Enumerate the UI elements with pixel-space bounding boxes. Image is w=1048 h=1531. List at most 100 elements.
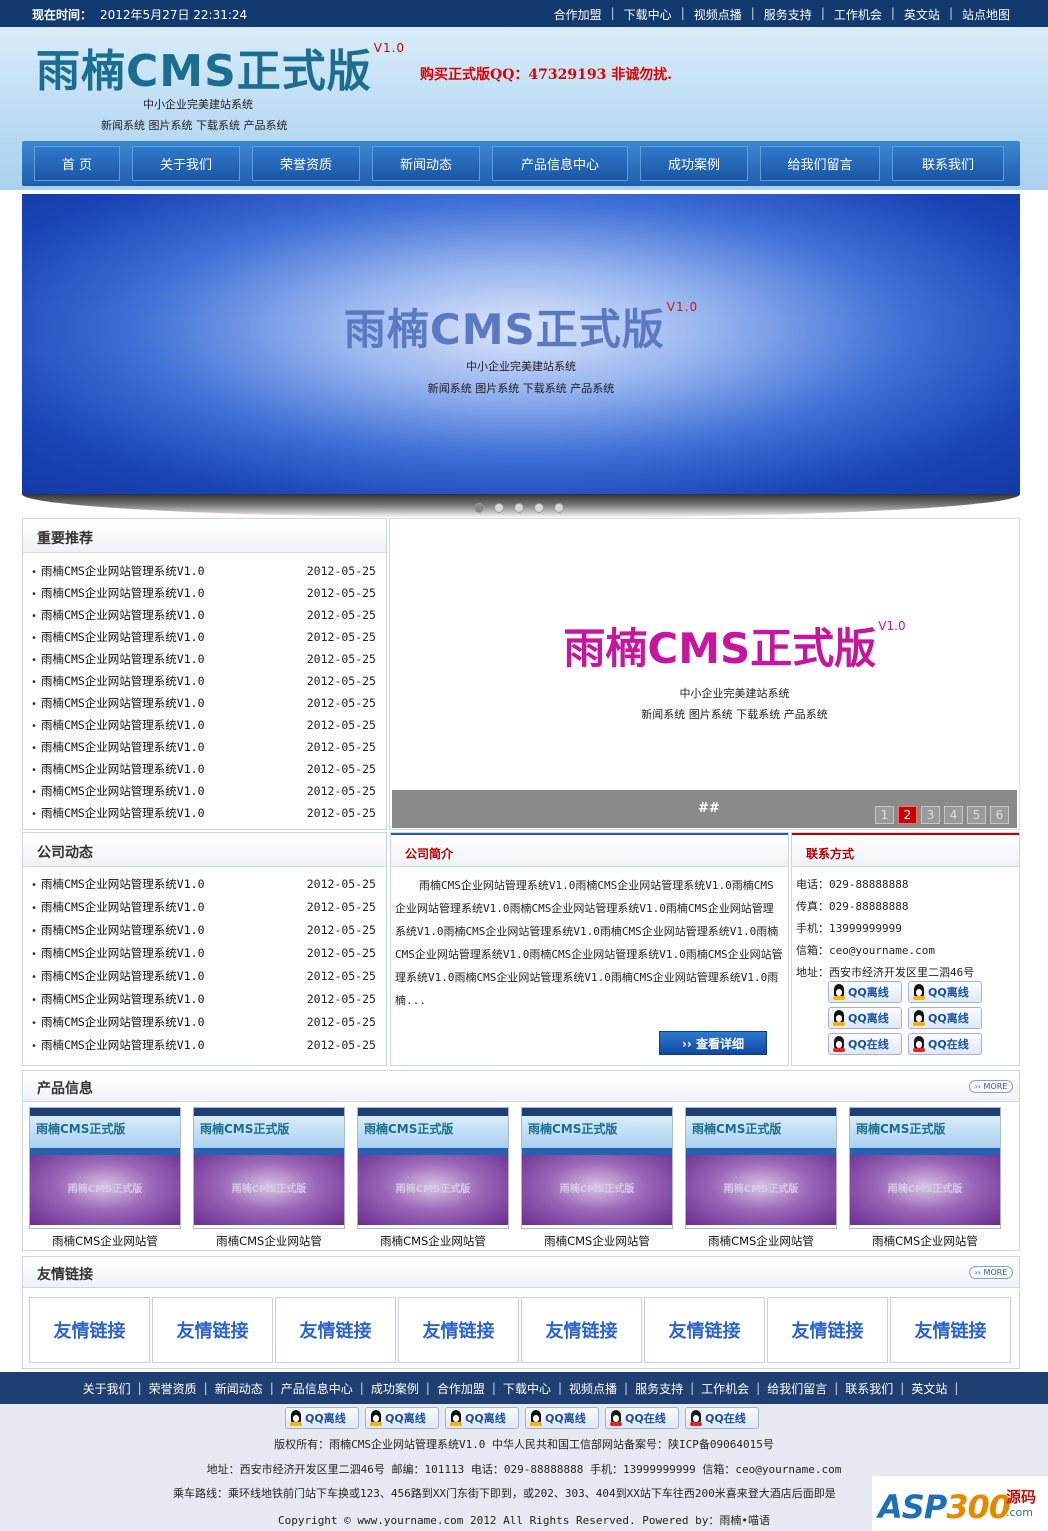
nav-guestbook[interactable]: 给我们留言 xyxy=(760,146,880,181)
footer-nav-link[interactable]: 关于我们 xyxy=(83,1380,131,1397)
friend-link[interactable]: 友情链接 xyxy=(29,1297,150,1363)
friend-link[interactable]: 友情链接 xyxy=(152,1297,273,1363)
product-thumbnail[interactable]: 雨楠CMS正式版 雨楠CMS正式版 xyxy=(521,1107,673,1229)
footer-nav-link[interactable]: 荣誉资质 xyxy=(149,1380,197,1397)
qq-button[interactable]: QQ离线 xyxy=(908,981,982,1003)
slide-page-button[interactable]: 1 xyxy=(875,806,894,824)
list-item-title[interactable]: 雨楠CMS企业网站管理系统V1.0 xyxy=(31,607,204,623)
list-item-title[interactable]: 雨楠CMS企业网站管理系统V1.0 xyxy=(31,945,204,961)
list-item-title[interactable]: 雨楠CMS企业网站管理系统V1.0 xyxy=(31,563,204,579)
top-link-support[interactable]: 服务支持 xyxy=(764,6,812,23)
list-item-title[interactable]: 雨楠CMS企业网站管理系统V1.0 xyxy=(31,673,204,689)
list-item-title[interactable]: 雨楠CMS企业网站管理系统V1.0 xyxy=(31,783,204,799)
list-item-title[interactable]: 雨楠CMS企业网站管理系统V1.0 xyxy=(31,1037,204,1053)
footer-nav-link[interactable]: 联系我们 xyxy=(845,1380,893,1397)
qq-button[interactable]: QQ在线 xyxy=(605,1407,679,1429)
list-item[interactable]: 雨楠CMS企业网站管理系统V1.0 2012-05-25 xyxy=(31,780,378,802)
list-item[interactable]: 雨楠CMS企业网站管理系统V1.0 2012-05-25 xyxy=(31,758,378,780)
friend-link[interactable]: 友情链接 xyxy=(890,1297,1011,1363)
slideshow[interactable]: 雨楠CMS正式版 V1.0 中小企业完美建站系统 新闻系统 图片系统 下载系统 产… xyxy=(389,518,1020,830)
list-item[interactable]: 雨楠CMS企业网站管理系统V1.0 2012-05-25 xyxy=(31,626,378,648)
list-item-title[interactable]: 雨楠CMS企业网站管理系统V1.0 xyxy=(31,739,204,755)
list-item[interactable]: 雨楠CMS企业网站管理系统V1.0 2012-05-25 xyxy=(31,648,378,670)
qq-button[interactable]: QQ离线 xyxy=(445,1407,519,1429)
banner-dot[interactable] xyxy=(514,503,524,513)
list-item[interactable]: 雨楠CMS企业网站管理系统V1.0 2012-05-25 xyxy=(31,692,378,714)
qq-button[interactable]: QQ离线 xyxy=(365,1407,439,1429)
qq-button[interactable]: QQ离线 xyxy=(525,1407,599,1429)
qq-button[interactable]: QQ在线 xyxy=(908,1033,982,1055)
list-item[interactable]: 雨楠CMS企业网站管理系统V1.0 2012-05-25 xyxy=(31,582,378,604)
nav-home[interactable]: 首 页 xyxy=(34,146,120,181)
list-item[interactable]: 雨楠CMS企业网站管理系统V1.0 2012-05-25 xyxy=(31,1033,378,1056)
product-card[interactable]: 雨楠CMS正式版 雨楠CMS正式版雨楠CMS企业网站管 xyxy=(849,1107,1001,1249)
list-item-title[interactable]: 雨楠CMS企业网站管理系统V1.0 xyxy=(31,876,204,892)
slide-page-button[interactable]: 4 xyxy=(944,806,963,824)
list-item[interactable]: 雨楠CMS企业网站管理系统V1.0 2012-05-25 xyxy=(31,987,378,1010)
qq-button[interactable]: QQ在线 xyxy=(685,1407,759,1429)
banner-dot[interactable] xyxy=(554,503,564,513)
product-thumbnail[interactable]: 雨楠CMS正式版 雨楠CMS正式版 xyxy=(849,1107,1001,1229)
footer-nav-link[interactable]: 服务支持 xyxy=(635,1380,683,1397)
footer-nav-link[interactable]: 视频点播 xyxy=(569,1380,617,1397)
nav-contact[interactable]: 联系我们 xyxy=(892,146,1004,181)
qq-button[interactable]: QQ离线 xyxy=(828,1007,902,1029)
footer-nav-link[interactable]: 下载中心 xyxy=(503,1380,551,1397)
links-more-button[interactable]: ›› MORE xyxy=(969,1266,1013,1279)
product-thumbnail[interactable]: 雨楠CMS正式版 雨楠CMS正式版 xyxy=(29,1107,181,1229)
footer-nav-link[interactable]: 工作机会 xyxy=(701,1380,749,1397)
product-card[interactable]: 雨楠CMS正式版 雨楠CMS正式版 雨楠CMS企业网站管 xyxy=(357,1107,509,1249)
list-item-title[interactable]: 雨楠CMS企业网站管理系统V1.0 xyxy=(31,899,204,915)
list-item[interactable]: 雨楠CMS企业网站管理系统V1.0 2012-05-25 xyxy=(31,895,378,918)
nav-cases[interactable]: 成功案例 xyxy=(640,146,748,181)
list-item[interactable]: 雨楠CMS企业网站管理系统V1.0 2012-05-25 xyxy=(31,714,378,736)
list-item[interactable]: 雨楠CMS企业网站管理系统V1.0 2012-05-25 xyxy=(31,560,378,582)
top-link-video[interactable]: 视频点播 xyxy=(694,6,742,23)
footer-nav-link[interactable]: 产品信息中心 xyxy=(281,1380,353,1397)
products-more-button[interactable]: ›› MORE xyxy=(969,1080,1013,1093)
product-name[interactable]: 雨楠CMS企业网站管 xyxy=(357,1233,509,1249)
banner-dot[interactable] xyxy=(474,503,484,513)
footer-nav-link[interactable]: 新闻动态 xyxy=(215,1380,263,1397)
nav-news[interactable]: 新闻动态 xyxy=(372,146,480,181)
list-item-title[interactable]: 雨楠CMS企业网站管理系统V1.0 xyxy=(31,991,204,1007)
product-card[interactable]: 雨楠CMS正式版 雨楠CMS正式版 雨楠CMS企业网站管 xyxy=(29,1107,181,1249)
friend-link[interactable]: 友情链接 xyxy=(644,1297,765,1363)
product-card[interactable]: 雨楠CMS正式版 雨楠CMS正式版雨楠CMS企业网站管 xyxy=(521,1107,673,1249)
list-item[interactable]: 雨楠CMS企业网站管理系统V1.0 2012-05-25 xyxy=(31,736,378,758)
top-link-jobs[interactable]: 工作机会 xyxy=(834,6,882,23)
top-link-english[interactable]: 英文站 xyxy=(904,6,940,23)
nav-products[interactable]: 产品信息中心 xyxy=(492,146,628,181)
list-item[interactable]: 雨楠CMS企业网站管理系统V1.0 2012-05-25 xyxy=(31,802,378,824)
nav-honors[interactable]: 荣誉资质 xyxy=(252,146,360,181)
product-thumbnail[interactable]: 雨楠CMS正式版 雨楠CMS正式版 xyxy=(685,1107,837,1229)
hero-banner[interactable]: 雨楠CMS正式版 V1.0 中小企业完美建站系统 新闻系统 图片系统 下载系统 产… xyxy=(22,194,1020,494)
qq-button[interactable]: QQ离线 xyxy=(285,1407,359,1429)
product-name[interactable]: 雨楠CMS企业网站管 xyxy=(849,1233,1001,1249)
footer-nav-link[interactable]: 成功案例 xyxy=(371,1380,419,1397)
product-card[interactable]: 雨楠CMS正式版 雨楠CMS正式版 雨楠CMS企业网站管 xyxy=(685,1107,837,1249)
top-link-sitemap[interactable]: 站点地图 xyxy=(962,6,1010,23)
friend-link[interactable]: 友情链接 xyxy=(275,1297,396,1363)
list-item-title[interactable]: 雨楠CMS企业网站管理系统V1.0 xyxy=(31,717,204,733)
list-item-title[interactable]: 雨楠CMS企业网站管理系统V1.0 xyxy=(31,585,204,601)
slide-page-button[interactable]: 2 xyxy=(898,806,917,824)
footer-nav-link[interactable]: 英文站 xyxy=(911,1380,947,1397)
list-item-title[interactable]: 雨楠CMS企业网站管理系统V1.0 xyxy=(31,629,204,645)
banner-dot[interactable] xyxy=(494,503,504,513)
product-name[interactable]: 雨楠CMS企业网站管 xyxy=(193,1233,345,1249)
product-name[interactable]: 雨楠CMS企业网站管 xyxy=(521,1233,673,1249)
friend-link[interactable]: 友情链接 xyxy=(767,1297,888,1363)
list-item[interactable]: 雨楠CMS企业网站管理系统V1.0 2012-05-25 xyxy=(31,941,378,964)
list-item[interactable]: 雨楠CMS企业网站管理系统V1.0 2012-05-25 xyxy=(31,670,378,692)
top-link-download[interactable]: 下载中心 xyxy=(624,6,672,23)
footer-nav-link[interactable]: 给我们留言 xyxy=(767,1380,827,1397)
slide-page-button[interactable]: 3 xyxy=(921,806,940,824)
friend-link[interactable]: 友情链接 xyxy=(398,1297,519,1363)
list-item[interactable]: 雨楠CMS企业网站管理系统V1.0 2012-05-25 xyxy=(31,1010,378,1033)
friend-link[interactable]: 友情链接 xyxy=(521,1297,642,1363)
list-item-title[interactable]: 雨楠CMS企业网站管理系统V1.0 xyxy=(31,761,204,777)
slide-page-button[interactable]: 6 xyxy=(990,806,1009,824)
top-link-join[interactable]: 合作加盟 xyxy=(554,6,602,23)
list-item[interactable]: 雨楠CMS企业网站管理系统V1.0 2012-05-25 xyxy=(31,964,378,987)
